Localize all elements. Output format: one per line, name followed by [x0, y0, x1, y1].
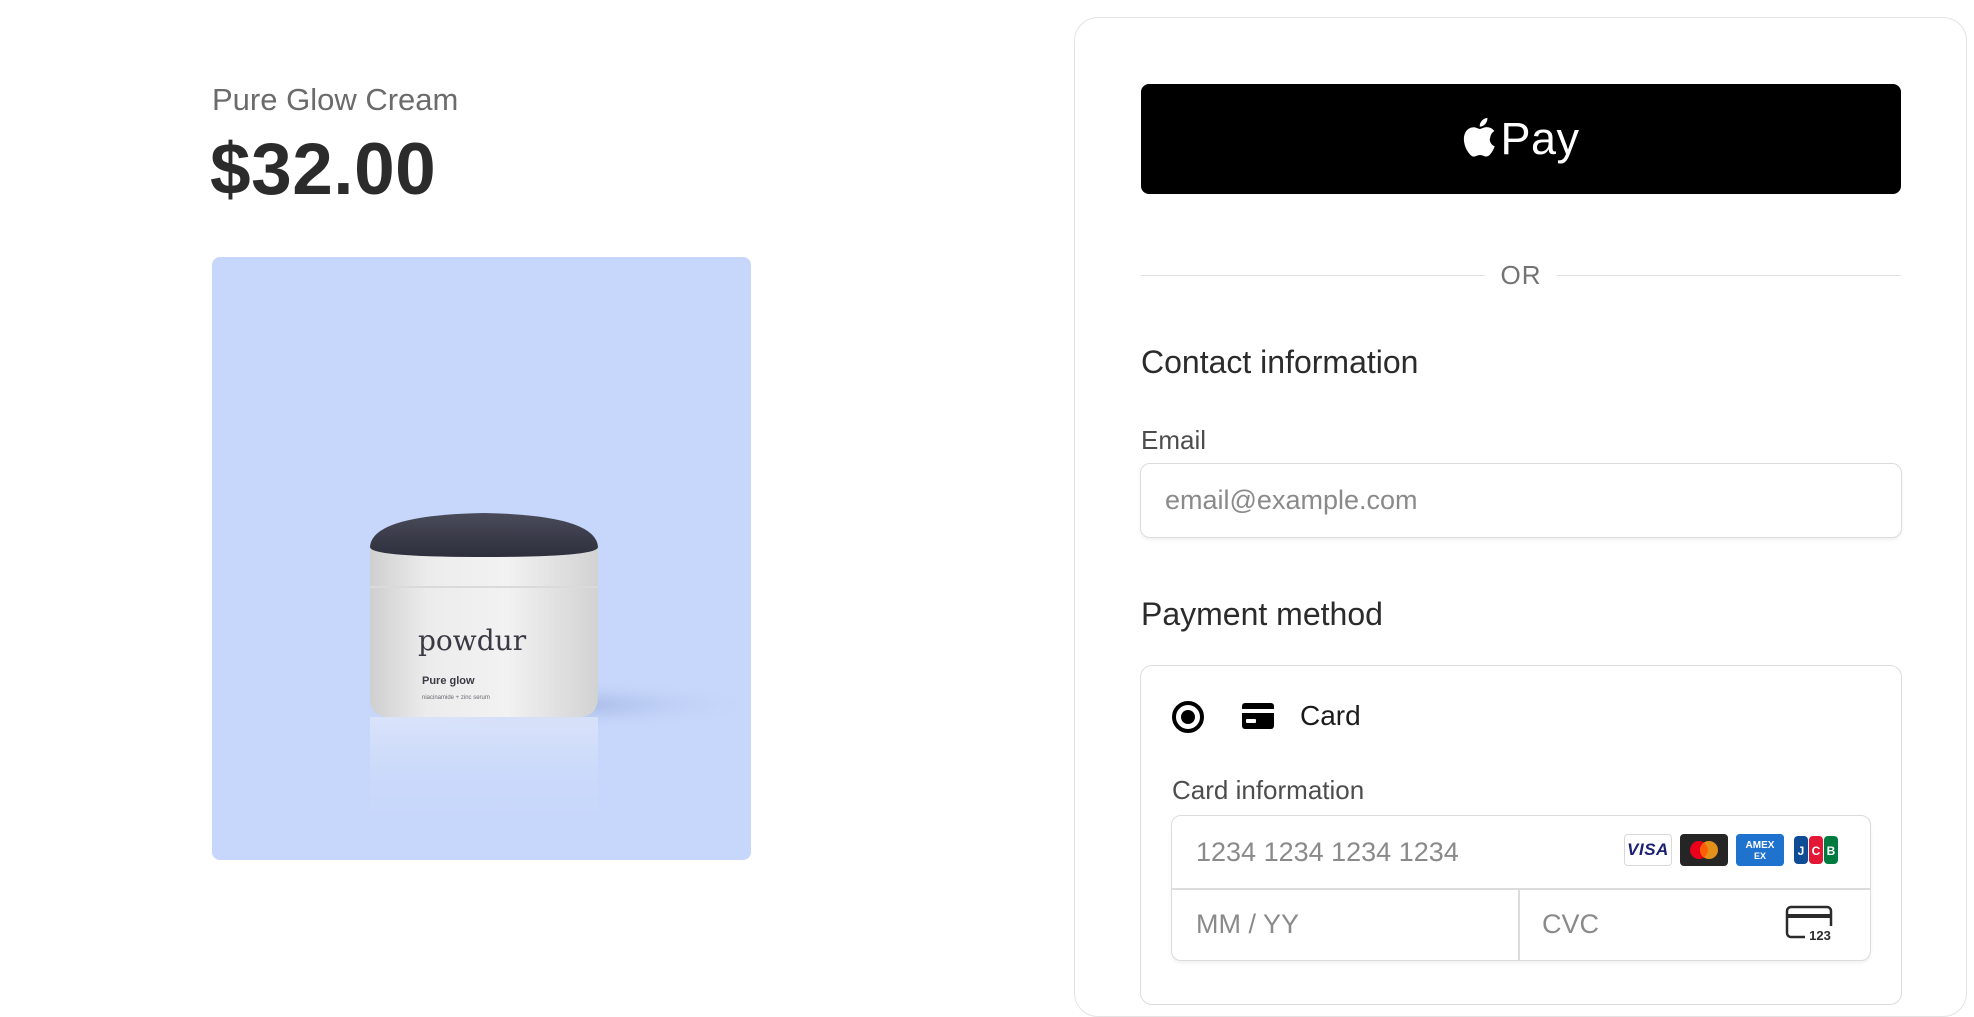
or-divider: OR	[1141, 258, 1901, 292]
apple-icon	[1462, 116, 1496, 158]
mastercard-logo-icon	[1680, 834, 1728, 866]
expiry-date-field[interactable]	[1196, 896, 1496, 952]
cvc-field[interactable]	[1542, 896, 1762, 952]
email-label: Email	[1141, 425, 1207, 455]
card-brand-logos: VISA AMEX EX J C B	[1624, 834, 1840, 866]
svg-text:C: C	[1812, 844, 1821, 858]
svg-text:J: J	[1798, 844, 1805, 858]
card-radio-button[interactable]	[1172, 701, 1204, 733]
product-image: powdur Pure glow niacinamide + zinc seru…	[212, 257, 751, 860]
cvc-icon-text: 123	[1809, 928, 1831, 943]
visa-logo-icon: VISA	[1624, 834, 1672, 866]
card-fields-row-divider	[1172, 888, 1870, 890]
divider-line-right	[1557, 275, 1901, 276]
payment-method-heading: Payment method	[1141, 596, 1383, 632]
apple-pay-button[interactable]: Pay	[1141, 84, 1901, 194]
amex-logo-icon: AMEX EX	[1736, 834, 1784, 866]
product-price: $32.00	[210, 129, 437, 210]
amex-logo-text: AMEX	[1746, 840, 1775, 851]
credit-card-icon	[1242, 703, 1274, 729]
email-field[interactable]	[1140, 463, 1902, 538]
card-option-label[interactable]: Card	[1300, 700, 1361, 732]
jar-subtext: niacinamide + zinc serum	[422, 695, 490, 701]
apple-pay-label: Pay	[1500, 113, 1580, 164]
cvc-card-icon: 123	[1785, 904, 1835, 944]
jcb-logo-icon: J C B	[1792, 834, 1840, 866]
card-information-label: Card information	[1172, 775, 1365, 805]
jar-brand-text: powdur	[418, 624, 527, 657]
svg-text:B: B	[1827, 844, 1836, 858]
contact-information-heading: Contact information	[1141, 344, 1419, 380]
card-number-field[interactable]	[1196, 824, 1596, 880]
card-fields-col-divider	[1518, 888, 1520, 960]
svg-text:EX: EX	[1754, 851, 1766, 861]
jar-product-text: Pure glow	[422, 675, 475, 687]
card-fields-group: VISA AMEX EX J C B	[1171, 815, 1871, 961]
product-name: Pure Glow Cream	[212, 82, 459, 117]
